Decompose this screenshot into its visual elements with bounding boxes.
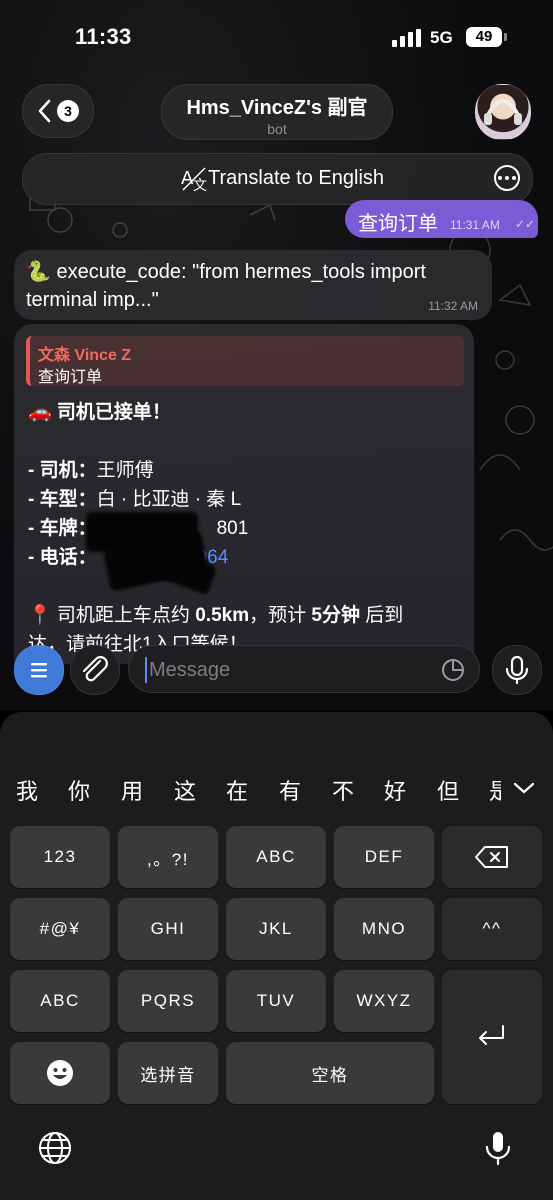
key-punctuation[interactable]: ,。?!: [118, 826, 218, 888]
message-time: 11:32 AM: [428, 299, 478, 313]
key-tuv[interactable]: TUV: [226, 970, 326, 1032]
emoji-icon: [47, 1060, 73, 1086]
bot-menu-button[interactable]: [14, 645, 64, 695]
plate-number: 801: [216, 518, 249, 539]
driver-name: 王师傅: [96, 460, 154, 481]
space-key[interactable]: 空格: [226, 1042, 434, 1104]
candidate-word[interactable]: 好: [384, 774, 406, 806]
chat-title[interactable]: Hms_VinceZ's 副官 bot: [161, 84, 393, 140]
reply-quote[interactable]: 文森 Vince Z 查询订单: [26, 336, 464, 386]
candidate-word[interactable]: 在: [226, 774, 248, 806]
clock: 11:33: [75, 24, 132, 49]
text-caret: [145, 657, 147, 683]
order-heading: 🚗 司机已接单！: [28, 402, 171, 423]
voice-record-button[interactable]: [492, 645, 542, 695]
distance-prefix: 📍 司机距上车点约: [28, 605, 196, 626]
car-label: - 车型：: [28, 489, 97, 510]
key-jkl[interactable]: JKL: [226, 898, 326, 960]
microphone-icon: [505, 655, 529, 685]
distance-mid: ，预计: [249, 605, 312, 626]
dictation-mic-icon[interactable]: [484, 1130, 512, 1166]
translate-bar[interactable]: A 文 Translate to English: [22, 153, 533, 205]
message-placeholder: Message: [149, 659, 231, 681]
eta-value: 5分钟: [311, 605, 360, 626]
backspace-icon: [475, 846, 508, 868]
key-def[interactable]: DEF: [334, 826, 434, 888]
key-select-pinyin[interactable]: 选拼音: [118, 1042, 218, 1104]
menu-icon: [31, 663, 47, 678]
distance-value: 0.5km: [195, 605, 250, 626]
candidate-word[interactable]: 不: [332, 774, 354, 806]
key-abc-mode[interactable]: ABC: [10, 970, 110, 1032]
candidate-word[interactable]: 有: [279, 774, 301, 806]
distance-suffix: 后到: [359, 605, 404, 626]
translate-label: Translate to English: [208, 167, 385, 189]
key-wxyz[interactable]: WXYZ: [334, 970, 434, 1032]
car-model: 白 · 比亚迪 · 秦 L: [96, 489, 242, 510]
candidate-word[interactable]: 但: [437, 774, 459, 806]
bot-avatar[interactable]: [475, 84, 531, 140]
key-mno[interactable]: MNO: [334, 898, 434, 960]
key-abc[interactable]: ABC: [226, 826, 326, 888]
attach-button[interactable]: [70, 645, 120, 695]
candidate-bar: 我 你 用 这 在 有 不 好 但 是: [0, 762, 553, 818]
candidate-word[interactable]: 这: [174, 774, 196, 806]
unread-count-badge: 3: [57, 100, 79, 122]
sticker-icon[interactable]: [441, 658, 465, 682]
driver-label: - 司机：: [28, 460, 97, 481]
chevron-left-icon: [38, 99, 51, 123]
message-time: 11:31 AM: [450, 218, 500, 232]
more-options-icon[interactable]: [494, 165, 520, 191]
svg-text:文: 文: [193, 178, 207, 192]
outgoing-message[interactable]: 查询订单 11:31 AM ✓✓: [345, 200, 538, 238]
key-emoticon[interactable]: ^^: [442, 898, 542, 960]
status-bar: 11:33 5G 49: [0, 0, 553, 75]
chat-subtitle: bot: [267, 121, 287, 137]
key-pqrs[interactable]: PQRS: [118, 970, 218, 1032]
read-receipt-icon: ✓✓: [515, 217, 536, 231]
key-symbols[interactable]: #@¥: [10, 898, 110, 960]
network-type: 5G: [430, 28, 453, 47]
phone-label: - 电话：: [28, 547, 97, 568]
message-input[interactable]: Message: [128, 645, 480, 693]
chat-name: Hms_VinceZ's 副官: [186, 97, 368, 119]
back-button[interactable]: 3: [22, 84, 94, 138]
cellular-signal-icon: [392, 29, 421, 47]
incoming-message-code[interactable]: 🐍 execute_code: "from hermes_tools impor…: [14, 250, 492, 320]
return-icon: [479, 1025, 504, 1045]
reply-author: 文森 Vince Z: [38, 347, 132, 364]
candidate-word[interactable]: 是: [489, 774, 501, 806]
key-123[interactable]: 123: [10, 826, 110, 888]
chevron-down-icon[interactable]: [512, 780, 536, 796]
message-text: 🐍 execute_code: "from hermes_tools impor…: [26, 261, 426, 311]
translate-icon: A 文: [181, 167, 207, 192]
return-key[interactable]: [442, 970, 542, 1104]
message-text: 查询订单: [358, 213, 438, 235]
candidate-word[interactable]: 用: [121, 774, 143, 806]
candidate-word[interactable]: 我: [16, 774, 38, 806]
backspace-key[interactable]: [442, 826, 542, 888]
candidate-word[interactable]: 你: [68, 774, 90, 806]
battery-icon: 49: [466, 27, 507, 47]
headphones-avatar-image: [484, 99, 522, 125]
key-ghi[interactable]: GHI: [118, 898, 218, 960]
paperclip-icon: [82, 656, 108, 682]
incoming-message-order[interactable]: 文森 Vince Z 查询订单 🚗 司机已接单！ - 司机：王师傅 - 车型：白…: [14, 324, 474, 664]
reply-text: 查询订单: [38, 369, 103, 386]
globe-icon[interactable]: [37, 1130, 73, 1166]
emoji-key[interactable]: [10, 1042, 110, 1104]
